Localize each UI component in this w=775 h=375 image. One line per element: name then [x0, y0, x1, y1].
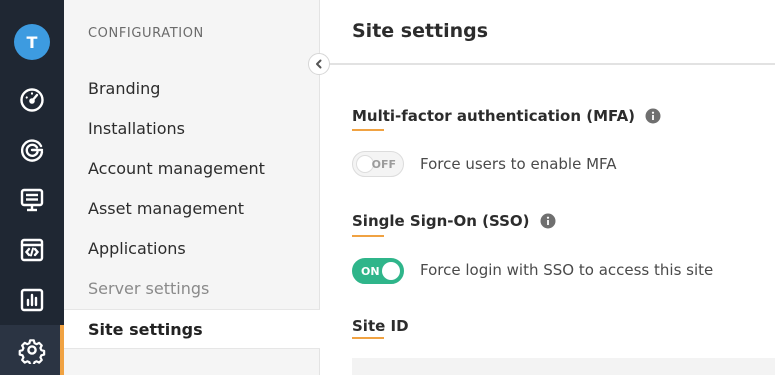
app-window: T CONFIGURATION Branding Installations A… — [0, 0, 775, 375]
page-title: Site settings — [352, 20, 489, 42]
mfa-title-text: Multi-factor authentication (MFA) — [352, 107, 636, 125]
sidebar-heading: CONFIGURATION — [88, 26, 204, 41]
collapse-sidebar-button[interactable] — [308, 53, 330, 75]
toggle-state-label: ON — [361, 265, 380, 278]
site-id-section-title: Site ID — [352, 317, 409, 335]
sidebar-item-branding[interactable]: Branding — [64, 69, 320, 109]
sso-title-text: Single Sign-On (SSO) — [352, 212, 530, 230]
mfa-option-label: Force users to enable MFA — [420, 155, 617, 173]
mfa-toggle[interactable]: OFF — [352, 151, 404, 177]
configuration-sidebar: CONFIGURATION Branding Installations Acc… — [64, 0, 320, 375]
site-id-underline — [352, 337, 384, 339]
rail-item-content[interactable] — [0, 175, 64, 225]
sidebar-item-account-management[interactable]: Account management — [64, 149, 320, 189]
bar-chart-icon — [20, 288, 44, 312]
info-icon[interactable] — [645, 108, 661, 124]
info-icon[interactable] — [540, 213, 556, 229]
sidebar-item-applications[interactable]: Applications — [64, 229, 320, 269]
sidebar-item-site-settings[interactable]: Site settings — [64, 309, 320, 349]
toggle-knob — [382, 262, 400, 280]
sso-option-label: Force login with SSO to access this site — [420, 261, 714, 279]
rail-item-analytics[interactable] — [0, 125, 64, 175]
mfa-underline — [352, 129, 384, 131]
sso-toggle[interactable]: ON — [352, 258, 404, 284]
main-content: Site settings Multi-factor authenticatio… — [320, 0, 775, 375]
toggle-state-label: OFF — [371, 158, 396, 171]
rail-item-developer[interactable] — [0, 225, 64, 275]
sidebar-item-server-settings[interactable]: Server settings — [64, 269, 320, 309]
site-id-field[interactable] — [352, 358, 775, 375]
sidebar-item-asset-management[interactable]: Asset management — [64, 189, 320, 229]
gear-icon — [18, 339, 46, 364]
chevron-left-icon — [316, 59, 322, 69]
sso-section-title: Single Sign-On (SSO) — [352, 212, 556, 230]
icon-rail: T — [0, 0, 64, 375]
avatar[interactable]: T — [14, 24, 50, 60]
rail-item-reports[interactable] — [0, 275, 64, 325]
site-id-title-text: Site ID — [352, 317, 409, 335]
mfa-section-title: Multi-factor authentication (MFA) — [352, 107, 661, 125]
code-window-icon — [20, 238, 44, 262]
speedometer-icon — [20, 88, 44, 112]
sidebar-item-installations[interactable]: Installations — [64, 109, 320, 149]
rail-item-dashboard[interactable] — [0, 75, 64, 125]
rail-item-configuration[interactable] — [0, 325, 64, 375]
analytics-ring-icon — [20, 139, 44, 162]
monitor-list-icon — [20, 188, 44, 212]
title-divider — [320, 63, 775, 65]
sso-underline — [352, 235, 384, 237]
